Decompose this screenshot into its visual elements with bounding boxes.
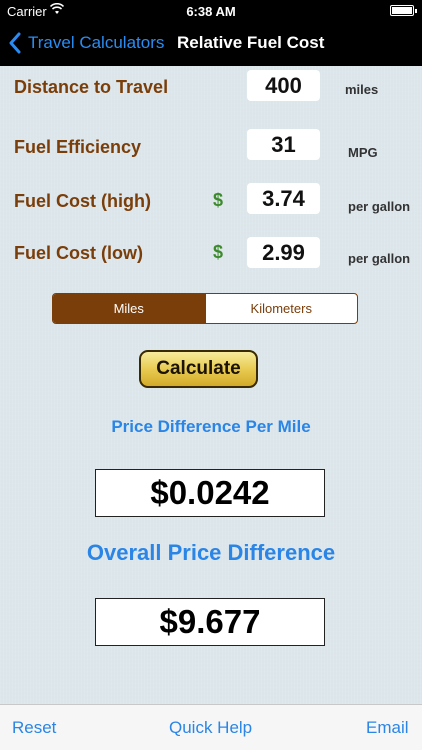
- cost-high-field[interactable]: 3.74: [247, 183, 320, 214]
- distance-unit: miles: [345, 82, 379, 97]
- overall-caption: Overall Price Difference: [86, 540, 336, 565]
- cost-high-currency: $: [213, 190, 224, 210]
- units-segmented-control: Miles Kilometers: [52, 293, 358, 324]
- battery-icon: [390, 5, 417, 16]
- back-button-label: Travel Calculators: [28, 33, 165, 52]
- segment-miles[interactable]: Miles: [53, 294, 205, 323]
- cost-high-unit: per gallon: [348, 199, 411, 214]
- per-mile-caption: Price Difference Per Mile: [111, 417, 311, 436]
- efficiency-unit: MPG: [348, 145, 378, 160]
- cost-low-unit: per gallon: [348, 251, 411, 266]
- cost-low-currency: $: [213, 242, 224, 262]
- calculator-panel: Distance to Travel 400 miles Fuel Effici…: [0, 66, 422, 704]
- efficiency-field[interactable]: 31: [247, 129, 320, 160]
- page-title: Relative Fuel Cost: [177, 33, 325, 52]
- cost-high-label: Fuel Cost (high): [14, 191, 151, 211]
- distance-label: Distance to Travel: [14, 77, 169, 97]
- navigation-bar: Travel Calculators Relative Fuel Cost: [0, 22, 422, 66]
- calculate-button[interactable]: Calculate: [139, 350, 258, 388]
- segment-kilometers[interactable]: Kilometers: [204, 294, 358, 323]
- email-button[interactable]: Email: [366, 718, 409, 738]
- chevron-left-icon: [9, 32, 21, 54]
- quick-help-button[interactable]: Quick Help: [169, 718, 252, 738]
- bottom-toolbar: Reset Quick Help Email: [0, 704, 422, 750]
- top-bar: Carrier 6:38 AM Travel Calculators Relat…: [0, 0, 422, 66]
- status-time: 6:38 AM: [186, 4, 236, 19]
- overall-result: $9.677: [95, 598, 325, 646]
- efficiency-label: Fuel Efficiency: [14, 137, 142, 157]
- per-mile-result: $0.0242: [95, 469, 325, 517]
- back-button[interactable]: Travel Calculators: [8, 32, 164, 54]
- reset-button[interactable]: Reset: [12, 718, 56, 738]
- status-bar: Carrier 6:38 AM: [0, 0, 422, 22]
- distance-field[interactable]: 400: [247, 70, 320, 101]
- cost-low-field[interactable]: 2.99: [247, 237, 320, 268]
- cost-low-label: Fuel Cost (low): [14, 243, 143, 263]
